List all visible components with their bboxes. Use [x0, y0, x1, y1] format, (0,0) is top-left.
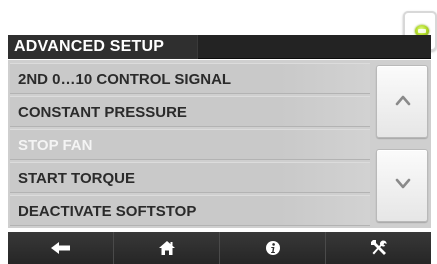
- scroll-down-button[interactable]: [376, 149, 428, 222]
- menu-item-label: DEACTIVATE SOFTSTOP: [18, 203, 197, 220]
- home-icon: [158, 241, 175, 255]
- back-button[interactable]: [8, 232, 114, 264]
- chevron-up-icon: [395, 95, 411, 106]
- bottom-nav-bar: [8, 232, 431, 264]
- info-icon: [265, 241, 280, 255]
- menu-item-label: 2ND 0…10 CONTROL SIGNAL: [18, 71, 232, 88]
- menu-item-label: CONSTANT PRESSURE: [18, 104, 187, 121]
- menu-item-start-torque[interactable]: START TORQUE: [10, 162, 370, 193]
- info-button[interactable]: [220, 232, 326, 264]
- menu-list: 2ND 0…10 CONTROL SIGNAL CONSTANT PRESSUR…: [10, 63, 370, 228]
- menu-item-2nd-control-signal[interactable]: 2ND 0…10 CONTROL SIGNAL: [10, 63, 370, 94]
- menu-item-deactivate-softstop[interactable]: DEACTIVATE SOFTSTOP: [10, 195, 370, 226]
- header-bar: ADVANCED SETUP: [8, 35, 431, 59]
- tools-icon: [370, 240, 387, 255]
- menu-item-label: STOP FAN: [18, 137, 93, 154]
- device-screen: ADVANCED SETUP 2ND 0…10 CONTROL SIGNAL C…: [0, 0, 437, 264]
- page-title: ADVANCED SETUP: [14, 38, 165, 55]
- home-button[interactable]: [114, 232, 220, 264]
- header-title-tab: ADVANCED SETUP: [8, 35, 198, 59]
- scroll-up-button[interactable]: [376, 65, 428, 138]
- tools-button[interactable]: [326, 232, 431, 264]
- menu-item-constant-pressure[interactable]: CONSTANT PRESSURE: [10, 96, 370, 127]
- menu-item-stop-fan[interactable]: STOP FAN: [10, 129, 370, 160]
- back-arrow-icon: [50, 242, 70, 254]
- menu-area: 2ND 0…10 CONTROL SIGNAL CONSTANT PRESSUR…: [8, 60, 431, 228]
- chevron-down-icon: [395, 178, 411, 189]
- menu-item-label: START TORQUE: [18, 170, 135, 187]
